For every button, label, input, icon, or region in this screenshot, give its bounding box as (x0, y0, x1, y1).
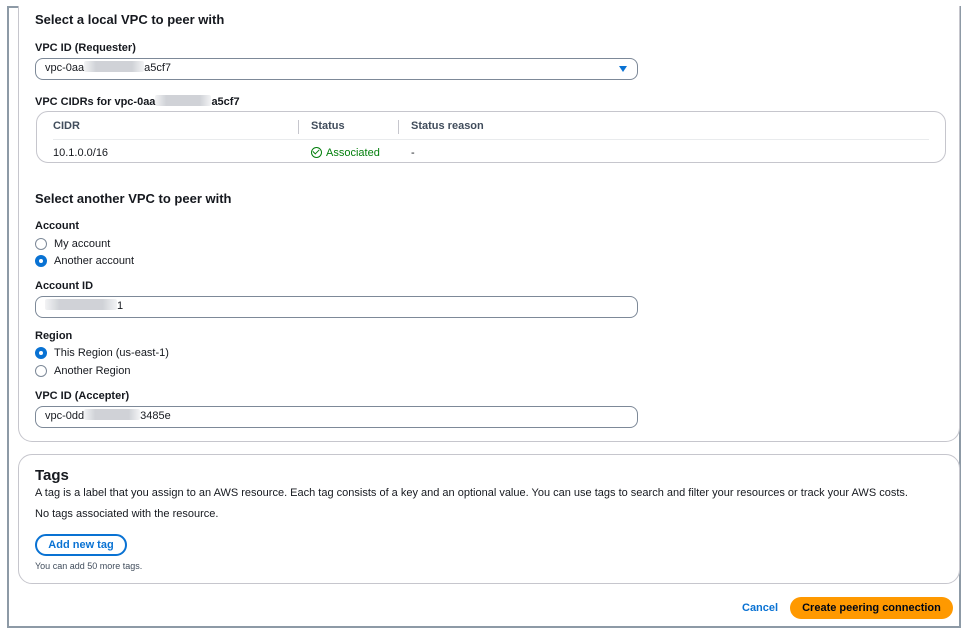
add-new-tag-button[interactable]: Add new tag (35, 534, 127, 556)
other-vpc-heading: Select another VPC to peer with (35, 191, 232, 206)
redacted-blur (45, 299, 117, 310)
column-divider (298, 120, 299, 134)
caret-down-icon (619, 66, 627, 72)
status-success-icon (311, 147, 322, 158)
radio-this-region[interactable] (35, 347, 47, 359)
tags-panel: Tags A tag is a label that you assign to… (18, 454, 960, 584)
tags-description: A tag is a label that you assign to an A… (35, 487, 908, 499)
redacted-blur (84, 409, 141, 420)
cidrs-label: VPC CIDRs for vpc-0aa a5cf7 (35, 95, 240, 108)
tags-empty-message: No tags associated with the resource. (35, 508, 219, 520)
radio-another-region[interactable] (35, 365, 47, 377)
radio-another-region-label: Another Region (54, 365, 131, 377)
status-text: Associated (326, 147, 380, 159)
account-id-input[interactable]: 1 (35, 296, 638, 318)
column-header-status-reason: Status reason (411, 120, 484, 132)
column-divider (398, 120, 399, 134)
radio-my-account[interactable] (35, 238, 47, 250)
header-divider (53, 139, 929, 140)
requester-vpc-prefix: vpc-0aa (45, 62, 85, 74)
requester-vpc-label: VPC ID (Requester) (35, 42, 136, 54)
redacted-blur (84, 61, 145, 72)
requester-vpc-suffix: a5cf7 (144, 62, 172, 74)
requester-vpc-select[interactable]: vpc-0aa a5cf7 (35, 58, 638, 80)
accepter-vpc-prefix: vpc-0dd (45, 410, 85, 422)
create-peering-connection-button[interactable]: Create peering connection (790, 597, 953, 619)
column-header-cidr: CIDR (53, 120, 80, 132)
cidr-table: CIDR Status Status reason 10.1.0.0/16 As… (36, 111, 946, 163)
radio-my-account-label: My account (54, 238, 111, 250)
radio-another-account-label: Another account (54, 255, 135, 267)
cell-status: Associated (311, 147, 380, 159)
accepter-vpc-label: VPC ID (Accepter) (35, 390, 130, 402)
accepter-vpc-input[interactable]: vpc-0dd 3485e (35, 406, 638, 428)
cidrs-label-prefix: VPC CIDRs for vpc-0aa (35, 96, 156, 108)
region-label: Region (35, 330, 73, 342)
tags-limit-note: You can add 50 more tags. (35, 561, 143, 571)
page-frame: Select a local VPC to peer with VPC ID (… (7, 6, 961, 628)
radio-another-account[interactable] (35, 255, 47, 267)
cell-status-reason: - (411, 147, 415, 159)
radio-this-region-label: This Region (us-east-1) (54, 347, 169, 359)
column-header-status: Status (311, 120, 345, 132)
account-id-label: Account ID (35, 280, 94, 292)
redacted-blur (155, 95, 212, 106)
cell-cidr: 10.1.0.0/16 (53, 147, 109, 159)
cidrs-label-suffix: a5cf7 (211, 96, 240, 108)
account-id-suffix: 1 (117, 300, 124, 312)
account-label: Account (35, 220, 79, 232)
cancel-button[interactable]: Cancel (742, 602, 778, 614)
tags-title: Tags (35, 467, 69, 484)
vpc-settings-panel: Select a local VPC to peer with VPC ID (… (18, 6, 960, 442)
accepter-vpc-suffix: 3485e (140, 410, 171, 422)
local-vpc-heading: Select a local VPC to peer with (35, 12, 225, 27)
